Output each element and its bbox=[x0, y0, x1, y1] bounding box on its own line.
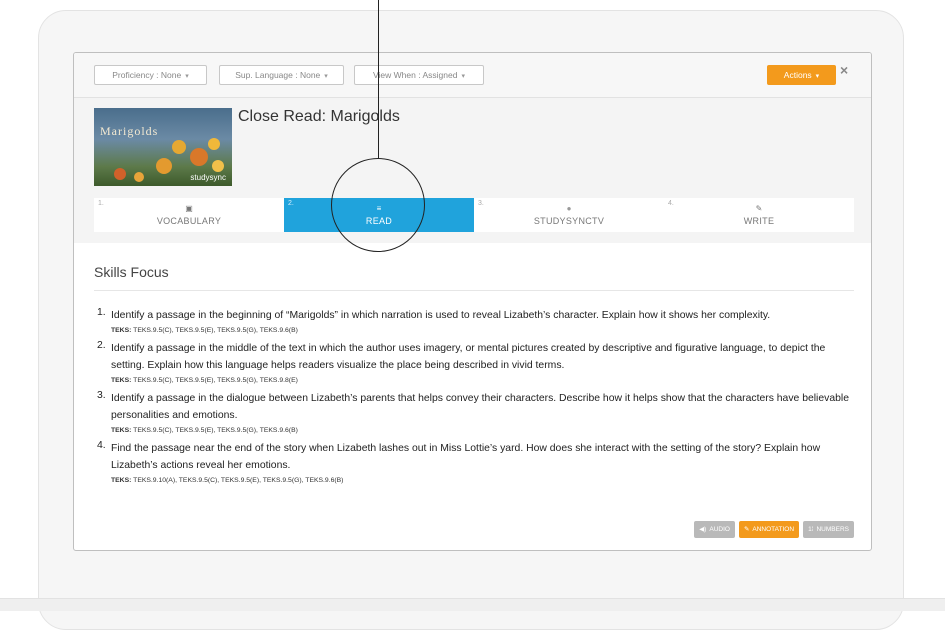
actions-button[interactable]: Actions ▾ bbox=[767, 65, 836, 85]
teks-line: TEKS: TEKS.9.5(C), TEKS.9.5(E), TEKS.9.5… bbox=[111, 425, 854, 436]
teks-line: TEKS: TEKS.9.5(C), TEKS.9.5(E), TEKS.9.5… bbox=[111, 375, 854, 386]
tab-number: 3. bbox=[478, 200, 484, 207]
numbers-button[interactable]: 1⁞ NUMBERS bbox=[803, 521, 854, 538]
teks-line: TEKS: TEKS.9.5(C), TEKS.9.5(E), TEKS.9.5… bbox=[111, 325, 854, 336]
teks-label: TEKS: bbox=[111, 427, 132, 434]
tab-label: STUDYSYNCTV bbox=[533, 216, 605, 226]
lesson-tabs: 1. ▣ VOCABULARY 2. ≡ READ 3. ● STUDYSYNC… bbox=[94, 198, 854, 232]
list-item: 3. Identify a passage in the dialogue be… bbox=[94, 390, 854, 436]
teks-label: TEKS: bbox=[111, 377, 132, 384]
filter-toolbar: Proficiency : None ▾ Sup. Language : None… bbox=[74, 53, 871, 98]
teks-codes: TEKS.9.10(A), TEKS.9.5(C), TEKS.9.5(E), … bbox=[131, 477, 344, 484]
flower-shape bbox=[114, 168, 126, 180]
view-when-dropdown[interactable]: View When : Assigned ▾ bbox=[354, 65, 484, 85]
sup-language-dropdown-label: Sup. Language : None bbox=[235, 70, 321, 80]
callout-line bbox=[378, 0, 379, 158]
teks-codes: TEKS.9.5(C), TEKS.9.5(E), TEKS.9.5(G), T… bbox=[131, 377, 298, 384]
chevron-down-icon: ▾ bbox=[461, 73, 465, 80]
lesson-panel: Proficiency : None ▾ Sup. Language : None… bbox=[73, 52, 872, 551]
item-number: 3. bbox=[97, 390, 106, 401]
teks-label: TEKS: bbox=[111, 327, 132, 334]
teks-line: TEKS: TEKS.9.10(A), TEKS.9.5(C), TEKS.9.… bbox=[111, 475, 854, 486]
item-number: 2. bbox=[97, 340, 106, 351]
flower-shape bbox=[172, 140, 186, 154]
tab-write[interactable]: 4. ✎ WRITE bbox=[664, 198, 854, 232]
audio-button-label: AUDIO bbox=[709, 526, 730, 533]
flower-shape bbox=[208, 138, 220, 150]
annotation-button-label: ANNOTATION bbox=[752, 526, 795, 533]
tab-studysynctv[interactable]: 3. ● STUDYSYNCTV bbox=[474, 198, 664, 232]
view-when-dropdown-label: View When : Assigned bbox=[373, 70, 458, 80]
skills-list: 1. Identify a passage in the beginning o… bbox=[94, 307, 854, 490]
item-text: Identify a passage in the dialogue betwe… bbox=[111, 393, 849, 421]
item-text: Find the passage near the end of the sto… bbox=[111, 443, 821, 471]
chevron-down-icon: ▾ bbox=[815, 73, 820, 80]
speaker-icon: ◀) bbox=[699, 526, 707, 533]
tab-vocabulary[interactable]: 1. ▣ VOCABULARY bbox=[94, 198, 284, 232]
actions-button-label: Actions bbox=[783, 70, 812, 80]
tab-label: WRITE bbox=[743, 216, 775, 226]
tab-number: 1. bbox=[98, 200, 104, 207]
sup-language-dropdown[interactable]: Sup. Language : None ▾ bbox=[219, 65, 344, 85]
item-text: Identify a passage in the middle of the … bbox=[111, 343, 826, 371]
skills-focus-section: Skills Focus 1. Identify a passage in th… bbox=[74, 244, 871, 550]
audio-button[interactable]: ◀) AUDIO bbox=[694, 521, 735, 538]
reader-tools: ◀) AUDIO ✎ ANNOTATION 1⁞ NUMBERS bbox=[694, 521, 854, 538]
proficiency-dropdown-label: Proficiency : None bbox=[112, 70, 182, 80]
list-item: 1. Identify a passage in the beginning o… bbox=[94, 307, 854, 336]
divider bbox=[94, 290, 854, 291]
thumbnail-brand: studysync bbox=[190, 173, 226, 182]
briefcase-icon: ▣ bbox=[185, 204, 193, 213]
teks-label: TEKS: bbox=[111, 477, 132, 484]
tab-number: 4. bbox=[668, 200, 674, 207]
list-item: 2. Identify a passage in the middle of t… bbox=[94, 340, 854, 386]
annotation-button[interactable]: ✎ ANNOTATION bbox=[738, 521, 800, 538]
play-circle-icon: ● bbox=[566, 204, 572, 213]
flower-shape bbox=[156, 158, 172, 174]
lesson-header: Marigolds studysync Close Read: Marigold… bbox=[74, 98, 871, 243]
thumbnail-title: Marigolds bbox=[100, 124, 159, 138]
item-text: Identify a passage in the beginning of “… bbox=[111, 310, 771, 321]
pencil-icon: ✎ bbox=[755, 204, 763, 213]
laptop-base bbox=[0, 598, 945, 611]
item-number: 4. bbox=[97, 440, 106, 451]
chevron-down-icon: ▾ bbox=[185, 73, 189, 80]
tab-number: 2. bbox=[288, 200, 294, 207]
callout-circle bbox=[331, 158, 425, 252]
page-title: Close Read: Marigolds bbox=[238, 108, 400, 125]
numbers-button-label: NUMBERS bbox=[816, 526, 849, 533]
teks-codes: TEKS.9.5(C), TEKS.9.5(E), TEKS.9.5(G), T… bbox=[131, 427, 298, 434]
proficiency-dropdown[interactable]: Proficiency : None ▾ bbox=[94, 65, 207, 85]
chevron-down-icon: ▾ bbox=[324, 73, 328, 80]
flower-shape bbox=[134, 172, 144, 182]
pencil-icon: ✎ bbox=[743, 526, 750, 533]
section-title: Skills Focus bbox=[94, 264, 169, 280]
close-icon[interactable]: × bbox=[840, 63, 848, 77]
numbered-list-icon: 1⁞ bbox=[808, 526, 814, 533]
tab-label: VOCABULARY bbox=[156, 216, 222, 226]
item-number: 1. bbox=[97, 307, 106, 318]
list-item: 4. Find the passage near the end of the … bbox=[94, 440, 854, 486]
teks-codes: TEKS.9.5(C), TEKS.9.5(E), TEKS.9.5(G), T… bbox=[131, 327, 298, 334]
flower-shape bbox=[190, 148, 208, 166]
flower-shape bbox=[212, 160, 224, 172]
lesson-thumbnail: Marigolds studysync bbox=[94, 108, 232, 186]
